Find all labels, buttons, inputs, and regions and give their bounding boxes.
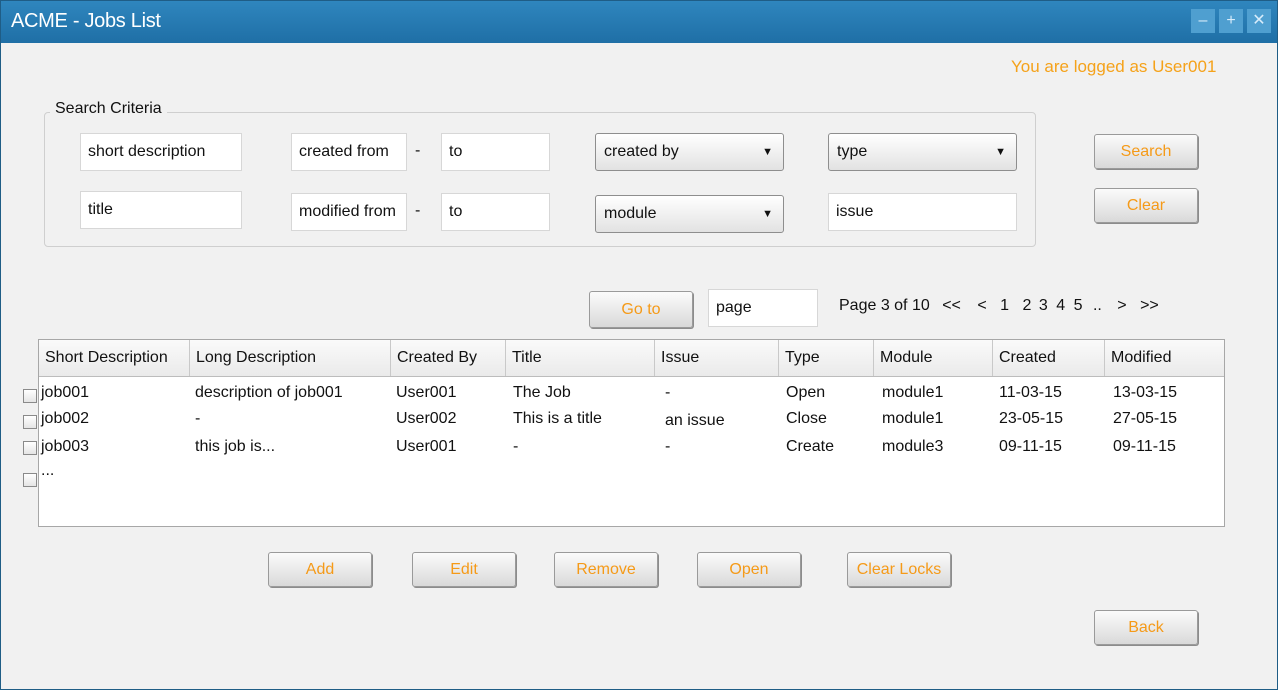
cell-created: 11-03-15	[999, 384, 1062, 401]
cell-issue: an issue	[665, 412, 725, 429]
page-link-4[interactable]: 4	[1056, 297, 1065, 314]
row-checkbox[interactable]	[23, 415, 37, 429]
column-header-title[interactable]: Title	[506, 340, 655, 376]
search-criteria-legend: Search Criteria	[50, 100, 167, 118]
back-button[interactable]: Back	[1094, 610, 1198, 645]
page-link-1[interactable]: 1	[1000, 297, 1009, 314]
column-header-module[interactable]: Module	[874, 340, 993, 376]
cell-modified: 27-05-15	[1113, 410, 1178, 427]
cell-created-by: User001	[396, 438, 457, 455]
chevron-down-icon: ▼	[762, 146, 773, 158]
page-link-3[interactable]: 3	[1039, 297, 1048, 314]
cell-issue: -	[665, 438, 671, 455]
remove-button[interactable]: Remove	[554, 552, 658, 587]
pagination: Page 3 of 10 << < 1 2 3 4 5 .. > >>	[839, 297, 1159, 315]
column-header-created[interactable]: Created	[993, 340, 1105, 376]
cell-long-description: -	[195, 410, 201, 427]
row-checkbox[interactable]	[23, 473, 37, 487]
edit-button[interactable]: Edit	[412, 552, 516, 587]
cell-module: module1	[882, 384, 944, 401]
created-by-dropdown[interactable]: created by ▼	[595, 133, 784, 171]
cell-short-description: job003	[41, 438, 90, 455]
modified-from-input[interactable]: modified from	[291, 193, 407, 231]
page-info: Page 3 of 10	[839, 297, 930, 314]
page-link-5[interactable]: 5	[1074, 297, 1083, 314]
modified-to-input[interactable]: to	[441, 193, 550, 231]
next-page-link[interactable]: >	[1117, 297, 1126, 314]
go-to-button[interactable]: Go to	[589, 291, 693, 328]
window-title: ACME - Jobs List	[11, 10, 161, 32]
created-by-dropdown-value: created by	[604, 143, 679, 160]
column-header-modified[interactable]: Modified	[1105, 340, 1224, 376]
cell-short-description: job001	[41, 384, 90, 401]
type-dropdown-value: type	[837, 143, 868, 160]
pagination-ellipsis: ..	[1092, 297, 1102, 314]
search-button[interactable]: Search	[1094, 134, 1198, 169]
close-icon[interactable]: ✕	[1247, 9, 1271, 33]
page-link-2[interactable]: 2	[1023, 297, 1032, 314]
created-to-input[interactable]: to	[441, 133, 550, 171]
cell-title: -	[513, 438, 519, 455]
page-input[interactable]: page	[708, 289, 818, 327]
title-bar[interactable]: ACME - Jobs List – + ✕	[1, 1, 1277, 43]
prev-page-link[interactable]: <	[977, 297, 986, 314]
jobs-list-window: ACME - Jobs List – + ✕ You are logged as…	[0, 0, 1278, 690]
clear-button[interactable]: Clear	[1094, 188, 1198, 223]
column-header-created-by[interactable]: Created By	[391, 340, 506, 376]
cell-module: module3	[882, 438, 944, 455]
cell-type: Open	[786, 384, 826, 401]
last-page-link[interactable]: >>	[1140, 297, 1159, 314]
row-checkbox[interactable]	[23, 441, 37, 455]
created-range-separator: -	[415, 142, 421, 159]
cell-long-description: this job is...	[195, 438, 276, 455]
cell-modified: 09-11-15	[1113, 438, 1176, 455]
jobs-table: Short Description Long Description Creat…	[38, 339, 1225, 527]
open-button[interactable]: Open	[697, 552, 801, 587]
module-dropdown-value: module	[604, 205, 657, 222]
cell-created: 09-11-15	[999, 438, 1062, 455]
cell-modified: 13-03-15	[1113, 384, 1178, 401]
row-checkbox[interactable]	[23, 389, 37, 403]
cell-created-by: User001	[396, 384, 457, 401]
cell-type: Create	[786, 438, 835, 455]
cell-short-description: ...	[41, 462, 55, 479]
module-dropdown[interactable]: module ▼	[595, 195, 784, 233]
first-page-link[interactable]: <<	[942, 297, 961, 314]
cell-issue: -	[665, 384, 671, 401]
maximize-icon[interactable]: +	[1219, 9, 1243, 33]
cell-short-description: job002	[41, 410, 90, 427]
table-header: Short Description Long Description Creat…	[39, 340, 1224, 377]
clear-locks-button[interactable]: Clear Locks	[847, 552, 951, 587]
cell-type: Close	[786, 410, 827, 427]
cell-title: This is a title	[513, 410, 602, 427]
cell-long-description: description of job001	[195, 384, 343, 401]
title-input[interactable]: title	[80, 191, 242, 229]
column-header-type[interactable]: Type	[779, 340, 874, 376]
cell-created: 23-05-15	[999, 410, 1064, 427]
cell-created-by: User002	[396, 410, 457, 427]
window-controls: – + ✕	[1191, 9, 1271, 33]
modified-range-separator: -	[415, 202, 421, 219]
created-from-input[interactable]: created from	[291, 133, 407, 171]
chevron-down-icon: ▼	[995, 146, 1006, 158]
short-description-input[interactable]: short description	[80, 133, 242, 171]
minimize-icon[interactable]: –	[1191, 9, 1215, 33]
logged-user-status: You are logged as User001	[1011, 57, 1217, 76]
add-button[interactable]: Add	[268, 552, 372, 587]
issue-input[interactable]: issue	[828, 193, 1017, 231]
chevron-down-icon: ▼	[762, 208, 773, 220]
column-header-short-description[interactable]: Short Description	[39, 340, 190, 376]
cell-module: module1	[882, 410, 944, 427]
column-header-long-description[interactable]: Long Description	[190, 340, 391, 376]
type-dropdown[interactable]: type ▼	[828, 133, 1017, 171]
column-header-issue[interactable]: Issue	[655, 340, 779, 376]
cell-title: The Job	[513, 384, 571, 401]
